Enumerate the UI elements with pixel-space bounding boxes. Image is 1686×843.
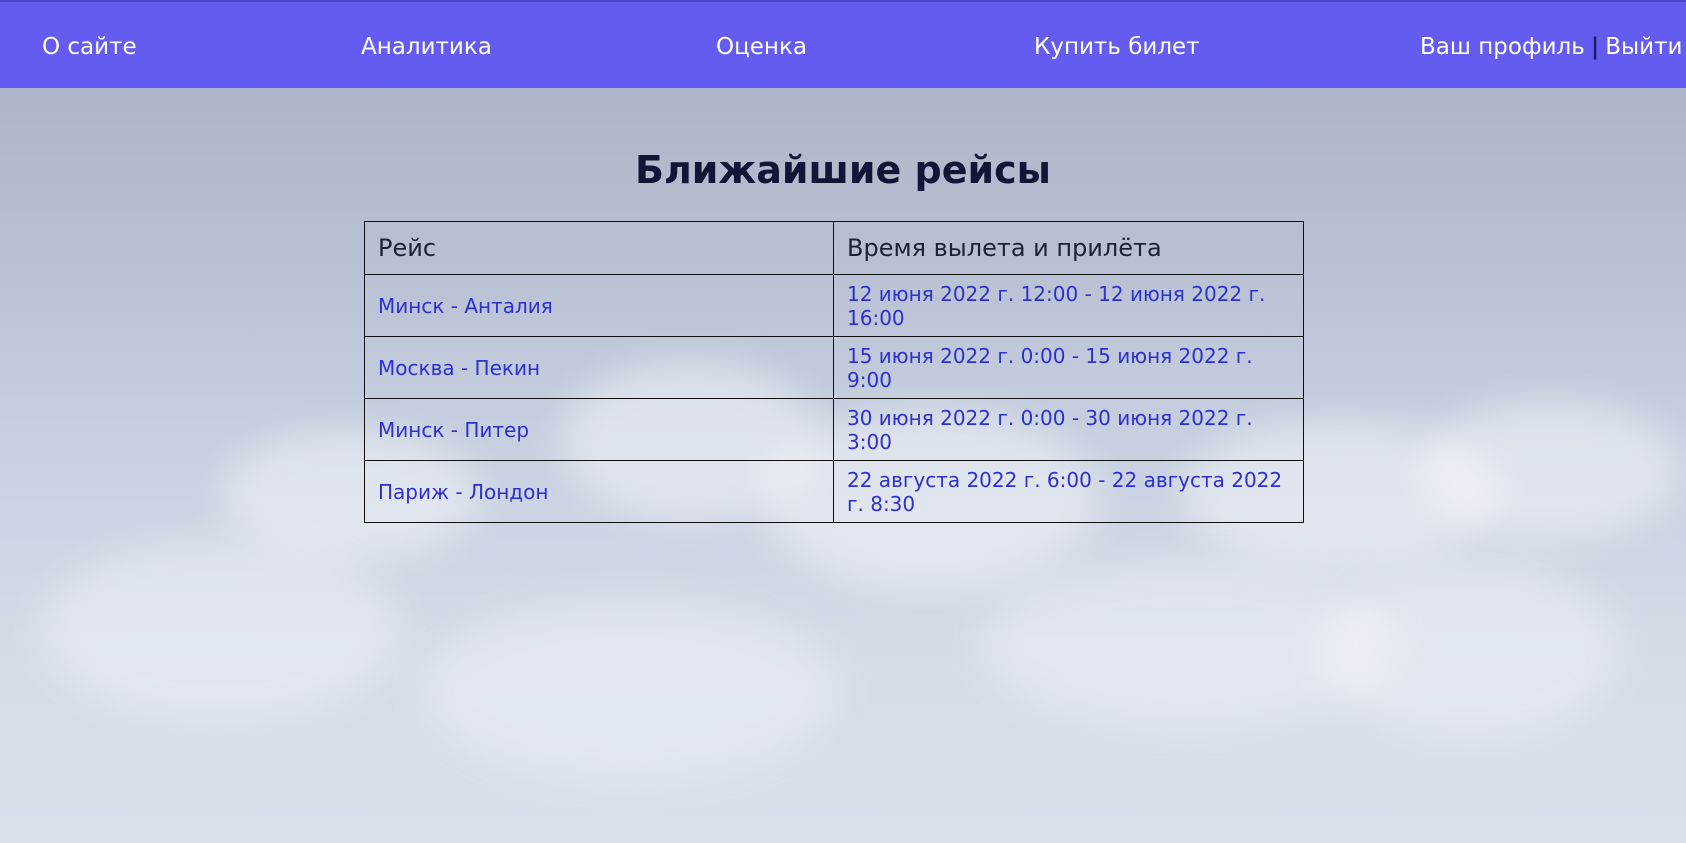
route-link[interactable]: Москва - Пекин (378, 356, 540, 380)
top-accent-strip (0, 0, 1686, 2)
header-route: Рейс (364, 221, 834, 275)
nav-rating[interactable]: Оценка (716, 30, 807, 64)
page-title: Ближайшие рейсы (635, 148, 1051, 192)
flights-table: Рейс Время вылета и прилёта Минск - Анта… (364, 221, 1304, 523)
nav-separator: | (1590, 34, 1600, 60)
time-cell: 30 июня 2022 г. 0:00 - 30 июня 2022 г. 3… (833, 398, 1304, 461)
route-cell: Москва - Пекин (364, 336, 834, 399)
main-content: Ближайшие рейсы Рейс Время вылета и прил… (0, 0, 1686, 843)
table-row: Минск - Анталия 12 июня 2022 г. 12:00 - … (364, 274, 1304, 337)
time-link[interactable]: 30 июня 2022 г. 0:00 - 30 июня 2022 г. 3… (847, 406, 1253, 454)
auth-links: Ваш профиль | Выйти (1420, 30, 1682, 64)
nav-about[interactable]: О сайте (42, 30, 137, 64)
profile-link[interactable]: Ваш профиль (1420, 34, 1585, 60)
route-cell: Минск - Анталия (364, 274, 834, 337)
logout-link[interactable]: Выйти (1605, 34, 1682, 60)
route-link[interactable]: Минск - Питер (378, 418, 529, 442)
table-row: Минск - Питер 30 июня 2022 г. 0:00 - 30 … (364, 398, 1304, 461)
time-link[interactable]: 12 июня 2022 г. 12:00 - 12 июня 2022 г. … (847, 282, 1265, 330)
table-header-row: Рейс Время вылета и прилёта (364, 221, 1304, 275)
time-link[interactable]: 15 июня 2022 г. 0:00 - 15 июня 2022 г. 9… (847, 344, 1253, 392)
table-row: Париж - Лондон 22 августа 2022 г. 6:00 -… (364, 460, 1304, 523)
route-link[interactable]: Париж - Лондон (378, 480, 548, 504)
nav-analytics[interactable]: Аналитика (361, 30, 492, 64)
time-link[interactable]: 22 августа 2022 г. 6:00 - 22 августа 202… (847, 468, 1282, 516)
time-cell: 12 июня 2022 г. 12:00 - 12 июня 2022 г. … (833, 274, 1304, 337)
table-row: Москва - Пекин 15 июня 2022 г. 0:00 - 15… (364, 336, 1304, 399)
time-cell: 22 августа 2022 г. 6:00 - 22 августа 202… (833, 460, 1304, 523)
route-cell: Минск - Питер (364, 398, 834, 461)
top-navigation-bar: О сайте Аналитика Оценка Купить билет Ва… (0, 2, 1686, 88)
nav-buy-ticket[interactable]: Купить билет (1034, 30, 1200, 64)
time-cell: 15 июня 2022 г. 0:00 - 15 июня 2022 г. 9… (833, 336, 1304, 399)
route-cell: Париж - Лондон (364, 460, 834, 523)
route-link[interactable]: Минск - Анталия (378, 294, 553, 318)
header-time: Время вылета и прилёта (833, 221, 1304, 275)
